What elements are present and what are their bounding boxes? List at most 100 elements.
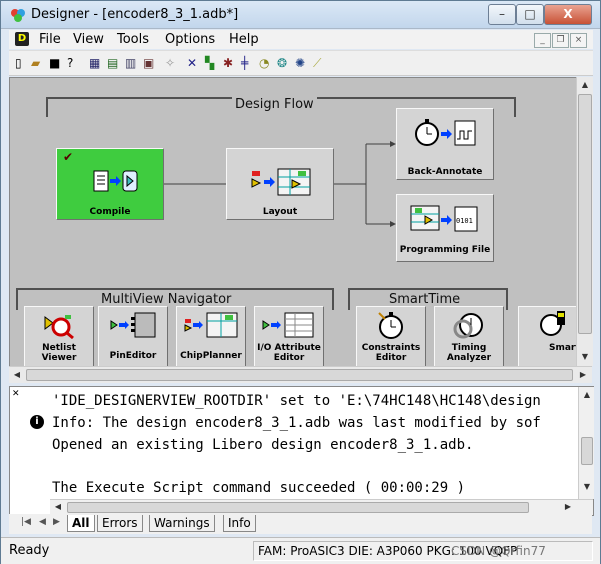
scroll-down-arrow-icon[interactable]: ▼ — [577, 349, 593, 365]
menu-tools[interactable]: Tools — [117, 32, 149, 47]
netlist-viewer-label: Netlist Viewer — [41, 343, 77, 363]
timing-analyzer-icon — [435, 309, 503, 344]
tab-info[interactable]: Info — [223, 515, 256, 532]
power-tool-icon[interactable]: ❂ — [277, 56, 287, 70]
pin-editor-icon — [99, 311, 167, 342]
chip-planner-tool-icon[interactable]: ✱ — [223, 56, 233, 70]
mdi-restore-button[interactable]: ❐ — [552, 33, 569, 48]
log-vertical-scrollbar[interactable]: ▲ ▼ — [578, 387, 594, 499]
scroll-up-arrow-icon[interactable]: ▲ — [577, 77, 593, 93]
log-line: The Execute Script command succeeded ( 0… — [52, 480, 466, 496]
back-annotate-label: Back-Annotate — [407, 167, 483, 177]
constraints-editor-button[interactable]: Constraints Editor — [356, 306, 426, 367]
compile-step-button[interactable]: ✔ Compile — [56, 148, 164, 220]
programming-file-step-button[interactable]: 0101 Programming File — [396, 194, 494, 262]
tab-all[interactable]: All — [67, 515, 95, 532]
title-bar[interactable]: Designer - [encoder8_3_1.adb*] – □ X — [1, 1, 600, 29]
compile-label: Compile — [89, 207, 131, 217]
menu-help[interactable]: Help — [229, 32, 259, 47]
log-horizontal-scrollbar[interactable]: ◀ ▶ — [50, 499, 593, 515]
report-icon[interactable]: ▣ — [143, 56, 154, 70]
minimize-button[interactable]: – — [488, 4, 516, 25]
new-file-icon[interactable]: ▯ — [15, 56, 22, 70]
compile-icon — [57, 167, 163, 200]
timing-analyzer-button[interactable]: Timing Analyzer — [434, 306, 504, 367]
menu-view[interactable]: View — [73, 32, 104, 47]
log-gutter: ✕ i — [10, 387, 50, 499]
tab-first-arrow-icon[interactable]: |◀ — [21, 517, 31, 527]
log-scroll-up-arrow-icon[interactable]: ▲ — [579, 387, 595, 403]
log-line: Info: The design encoder8_3_1.adb was la… — [52, 415, 541, 431]
netlist-icon[interactable]: ▦ — [89, 56, 100, 70]
chip-planner-label: ChipPlanner — [180, 351, 242, 361]
tab-next-arrow-icon[interactable]: ▶ — [53, 517, 60, 527]
menu-options[interactable]: Options — [165, 32, 215, 47]
log-line: 'IDE_DESIGNERVIEW_ROOTDIR' set to 'E:\74… — [52, 393, 541, 409]
toolbar: ▯ ▰ ■ ? ▦ ▤ ▥ ▣ ✧ ✕ ▚ ✱ ╪ ◔ ❂ ✺ ⟋ — [9, 50, 593, 76]
log-scroll-right-arrow-icon[interactable]: ▶ — [560, 499, 576, 515]
smart-power-button[interactable]: Smart Power — [518, 306, 577, 367]
open-folder-icon[interactable]: ▰ — [31, 56, 40, 70]
io-attribute-editor-icon — [255, 311, 323, 342]
maximize-button[interactable]: □ — [516, 4, 544, 25]
io-attribute-editor-button[interactable]: I/O Attribute Editor — [254, 306, 324, 367]
log-line: Opened an existing Libero design encoder… — [52, 437, 474, 453]
back-annotate-icon — [397, 115, 493, 152]
netlist-viewer-button[interactable]: Netlist Viewer — [24, 306, 94, 367]
pin-editor-tool-icon[interactable]: ▚ — [205, 56, 214, 70]
smart-power-label: Smart Power — [549, 343, 577, 353]
save-icon[interactable]: ■ — [49, 56, 60, 70]
programming-file-icon: 0101 — [397, 203, 493, 238]
timing-tool-icon[interactable]: ◔ — [259, 56, 269, 70]
constraints-editor-label: Constraints Editor — [361, 343, 421, 363]
mdi-close-button[interactable]: × — [570, 33, 587, 48]
log-scroll-left-arrow-icon[interactable]: ◀ — [50, 499, 66, 515]
designer-app-icon — [10, 7, 26, 23]
log-scroll-down-arrow-icon[interactable]: ▼ — [579, 479, 595, 495]
log-vertical-thumb[interactable] — [581, 437, 593, 465]
menu-file[interactable]: File — [39, 32, 61, 47]
chip-planner-icon — [177, 311, 245, 342]
info-icon: i — [30, 415, 44, 429]
tab-warnings[interactable]: Warnings — [149, 515, 215, 532]
canvas-horizontal-scrollbar[interactable]: ◀ ▶ — [9, 366, 592, 383]
menu-bar: D File View Tools Options Help — [9, 30, 593, 49]
canvas-vertical-scrollbar[interactable]: ▲ ▼ — [576, 77, 593, 366]
hierarchy-icon[interactable]: ▥ — [125, 56, 136, 70]
design-flow-canvas: Design Flow ✔ Compile Layout Back-Annota… — [9, 77, 577, 368]
layout-label: Layout — [262, 207, 298, 217]
layout-step-button[interactable]: Layout — [226, 148, 334, 220]
io-attribute-editor-label: I/O Attribute Editor — [257, 343, 321, 363]
close-button[interactable]: X — [544, 4, 592, 25]
vertical-scroll-thumb[interactable] — [578, 94, 592, 334]
back-annotate-step-button[interactable]: Back-Annotate — [396, 108, 494, 180]
schematic-icon[interactable]: ▤ — [107, 56, 118, 70]
help-icon[interactable]: ? — [67, 56, 73, 70]
io-editor-tool-icon[interactable]: ╪ — [241, 56, 248, 70]
designer-window: Designer - [encoder8_3_1.adb*] – □ X D F… — [0, 0, 601, 564]
compile-tool-icon[interactable]: ✧ — [165, 56, 175, 70]
scroll-right-arrow-icon[interactable]: ▶ — [575, 367, 591, 383]
constraints-editor-icon — [357, 309, 425, 344]
close-log-icon[interactable]: ✕ — [12, 389, 20, 399]
pin-editor-button[interactable]: PinEditor — [98, 306, 168, 367]
program-tool-icon[interactable]: ✺ — [295, 56, 305, 70]
multiview-title: MultiView Navigator — [98, 292, 235, 307]
scroll-left-arrow-icon[interactable]: ◀ — [9, 367, 25, 383]
status-ready: Ready — [9, 543, 50, 558]
wand-tool-icon[interactable]: ⟋ — [313, 56, 321, 70]
tab-errors[interactable]: Errors — [97, 515, 143, 532]
document-icon[interactable]: D — [15, 32, 29, 46]
svg-text:0101: 0101 — [456, 217, 473, 225]
layout-tool-icon[interactable]: ✕ — [187, 56, 197, 70]
pin-editor-label: PinEditor — [109, 351, 157, 361]
chip-planner-button[interactable]: ChipPlanner — [176, 306, 246, 367]
timing-analyzer-label: Timing Analyzer — [446, 343, 492, 363]
tab-prev-arrow-icon[interactable]: ◀ — [39, 517, 46, 527]
log-horizontal-thumb[interactable] — [67, 502, 529, 513]
checkmark-icon: ✔ — [63, 150, 74, 164]
programming-file-label: Programming File — [399, 245, 491, 255]
mdi-minimize-button[interactable]: _ — [534, 33, 551, 48]
horizontal-scroll-thumb[interactable] — [26, 369, 573, 381]
smart-power-icon — [519, 309, 576, 344]
